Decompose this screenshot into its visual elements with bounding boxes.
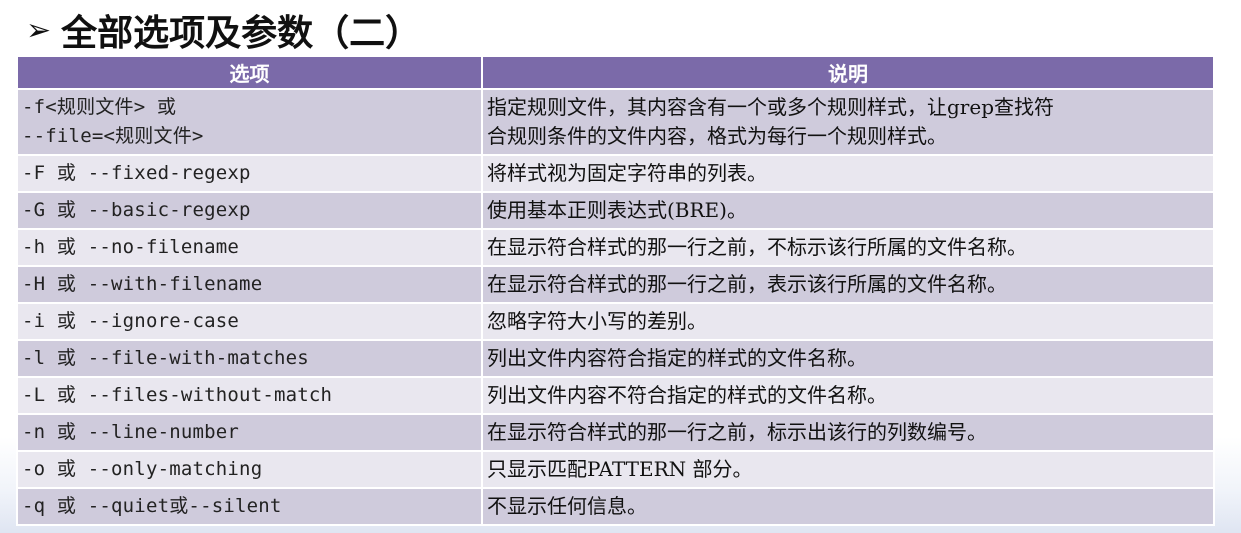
table-row: -n 或 --line-number 在显示符合样式的那一行之前，标示出该行的列数… [16,413,1215,452]
description-text: 合规则条件的文件内容，格式为每行一个规则样式。 [487,124,947,148]
column-header-option: 选项 [16,55,483,90]
option-cell: -L 或 --files-without-match [16,376,483,415]
options-table: 选项 说明 -f<规则文件> 或 --file=<规则文件> 指定规则文件，其内容含… [16,55,1215,526]
option-cell: -h 或 --no-filename [16,228,483,267]
option-cell: -f<规则文件> 或 --file=<规则文件> [16,88,483,156]
options-table-container: 选项 说明 -f<规则文件> 或 --file=<规则文件> 指定规则文件，其内容含… [16,55,1215,526]
description-cell: 不显示任何信息。 [481,487,1215,526]
description-text: 在显示符合样式的那一行之前，不标示该行所属的文件名称。 [487,235,1027,259]
table-row: -G 或 --basic-regexp 使用基本正则表达式(BRE)。 [16,191,1215,230]
option-text: -f<规则文件> 或 [22,96,177,118]
table-row: -q 或 --quiet或--silent 不显示任何信息。 [16,487,1215,526]
table-row: -H 或 --with-filename 在显示符合样式的那一行之前，表示该行所属… [16,265,1215,304]
description-cell: 列出文件内容不符合指定的样式的文件名称。 [481,376,1215,415]
option-cell: -H 或 --with-filename [16,265,483,304]
option-cell: -o 或 --only-matching [16,450,483,489]
table-header-row: 选项 说明 [16,55,1215,90]
option-cell: -i 或 --ignore-case [16,302,483,341]
option-cell: -l 或 --file-with-matches [16,339,483,378]
description-cell: 将样式视为固定字符串的列表。 [481,154,1215,193]
description-cell: 在显示符合样式的那一行之前，表示该行所属的文件名称。 [481,265,1215,304]
description-cell: 使用基本正则表达式(BRE)。 [481,191,1215,230]
table-row: -i 或 --ignore-case 忽略字符大小写的差别。 [16,302,1215,341]
table-row: -L 或 --files-without-match 列出文件内容不符合指定的样式… [16,376,1215,415]
description-text: 忽略字符大小写的差别。 [487,309,707,333]
option-text: -h 或 --no-filename [22,236,240,258]
slide-title-text: 全部选项及参数（二） [61,13,422,54]
option-text: -o 或 --only-matching [22,458,263,480]
description-text: 列出文件内容符合指定的样式的文件名称。 [487,346,867,370]
table-row: -F 或 --fixed-regexp 将样式视为固定字符串的列表。 [16,154,1215,193]
option-text: -H 或 --with-filename [22,273,263,295]
description-cell: 在显示符合样式的那一行之前，标示出该行的列数编号。 [481,413,1215,452]
option-text: -q 或 --quiet或--silent [22,495,282,517]
option-text: -L 或 --files-without-match [22,384,333,406]
option-cell: -F 或 --fixed-regexp [16,154,483,193]
arrow-bullet-icon: ➢ [26,12,52,48]
description-text: 不显示任何信息。 [487,494,647,518]
description-cell: 在显示符合样式的那一行之前，不标示该行所属的文件名称。 [481,228,1215,267]
option-cell: -n 或 --line-number [16,413,483,452]
description-cell: 忽略字符大小写的差别。 [481,302,1215,341]
table-row: -h 或 --no-filename 在显示符合样式的那一行之前，不标示该行所属的… [16,228,1215,267]
description-text: 列出文件内容不符合指定的样式的文件名称。 [487,383,887,407]
slide-title: ➢ 全部选项及参数（二） [26,4,421,56]
table-row: -o 或 --only-matching 只显示匹配PATTERN 部分。 [16,450,1215,489]
description-cell: 列出文件内容符合指定的样式的文件名称。 [481,339,1215,378]
option-cell: -q 或 --quiet或--silent [16,487,483,526]
column-header-description: 说明 [481,55,1215,90]
option-text: -n 或 --line-number [22,421,240,443]
description-cell: 指定规则文件，其内容含有一个或多个规则样式，让grep查找符 合规则条件的文件内容… [481,88,1215,156]
option-text: -F 或 --fixed-regexp [22,162,251,184]
description-text: 在显示符合样式的那一行之前，表示该行所属的文件名称。 [487,272,1007,296]
description-text: 只显示匹配PATTERN 部分。 [487,457,753,481]
option-text: -i 或 --ignore-case [22,310,240,332]
option-text: -G 或 --basic-regexp [22,199,251,221]
table-row: -f<规则文件> 或 --file=<规则文件> 指定规则文件，其内容含有一个或多个… [16,88,1215,156]
option-text: -l 或 --file-with-matches [22,347,309,369]
description-text: 将样式视为固定字符串的列表。 [487,161,767,185]
option-text: --file=<规则文件> [22,125,204,147]
option-cell: -G 或 --basic-regexp [16,191,483,230]
table-body: -f<规则文件> 或 --file=<规则文件> 指定规则文件，其内容含有一个或多个… [16,88,1215,526]
description-text: 指定规则文件，其内容含有一个或多个规则样式，让grep查找符 [487,95,1055,119]
description-text: 在显示符合样式的那一行之前，标示出该行的列数编号。 [487,420,987,444]
description-text: 使用基本正则表达式(BRE)。 [487,198,747,222]
table-row: -l 或 --file-with-matches 列出文件内容符合指定的样式的文件… [16,339,1215,378]
description-cell: 只显示匹配PATTERN 部分。 [481,450,1215,489]
